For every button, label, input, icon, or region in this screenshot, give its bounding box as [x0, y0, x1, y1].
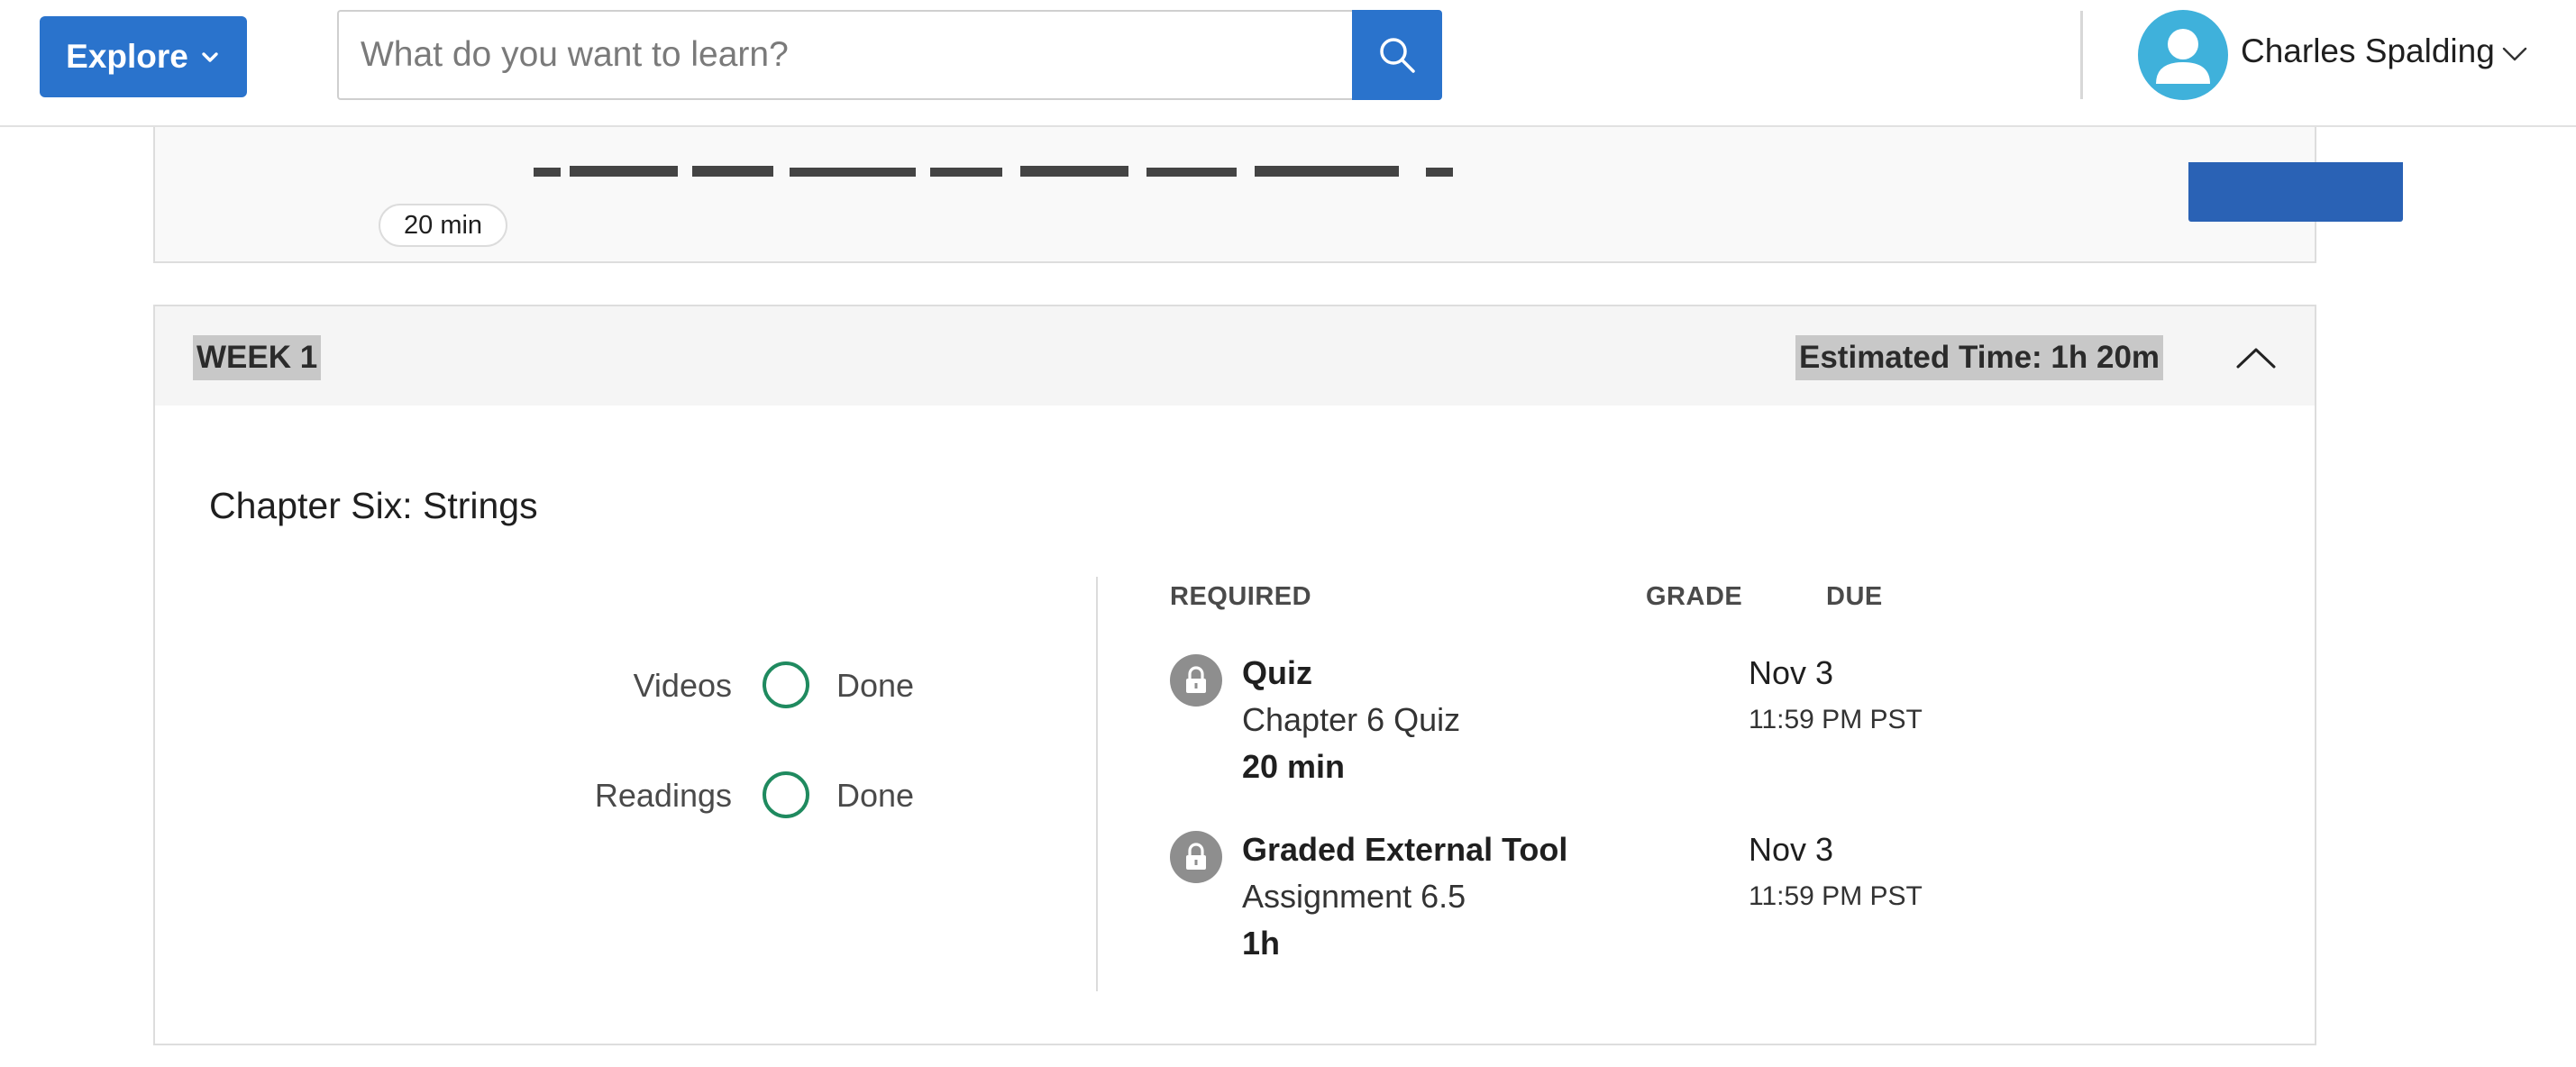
column-header-grade: GRADE [1646, 582, 1743, 611]
search-input[interactable] [337, 10, 1352, 100]
truncated-text-fragment [534, 166, 1453, 177]
column-header-due: DUE [1826, 582, 1883, 611]
progress-status: Done [836, 667, 915, 704]
column-divider [1096, 577, 1098, 991]
item-due-time: 11:59 PM PST [1749, 881, 1923, 911]
explore-label: Explore [66, 38, 188, 75]
item-duration: 1h [1242, 925, 1281, 962]
column-header-required: REQUIRED [1170, 582, 1312, 611]
progress-status: Done [836, 777, 915, 814]
header-divider [2080, 11, 2083, 99]
user-name[interactable]: Charles Spalding [2241, 32, 2495, 70]
list-item[interactable]: Graded External Tool Assignment 6.5 1h N… [1170, 831, 2252, 984]
progress-row-videos: Videos Done [155, 660, 1146, 714]
item-type[interactable]: Quiz [1242, 654, 1312, 692]
top-navigation-bar: Explore Charles Spalding [0, 0, 2576, 127]
chevron-up-icon [2236, 348, 2276, 369]
week-label: WEEK 1 [193, 335, 322, 380]
chapter-title: Chapter Six: Strings [209, 485, 538, 526]
user-icon [2156, 29, 2210, 84]
estimated-time: Estimated Time: 1h 20m [1795, 335, 2164, 380]
week-card: WEEK 1 Estimated Time: 1h 20m Chapter Si… [153, 305, 2316, 1045]
chevron-down-icon[interactable] [2502, 45, 2527, 63]
explore-button[interactable]: Explore [40, 16, 247, 97]
progress-ring-icon [763, 771, 809, 818]
progress-label: Videos [633, 667, 732, 704]
progress-row-readings: Readings Done [155, 770, 1146, 824]
item-name[interactable]: Assignment 6.5 [1242, 878, 1466, 916]
search-button[interactable] [1352, 10, 1442, 100]
collapse-button[interactable] [2228, 335, 2284, 380]
item-duration: 20 min [1242, 748, 1346, 785]
lock-icon [1170, 831, 1222, 883]
item-type[interactable]: Graded External Tool [1242, 831, 1567, 869]
list-item[interactable]: Quiz Chapter 6 Quiz 20 min Nov 3 11:59 P… [1170, 654, 2252, 807]
avatar[interactable] [2138, 10, 2228, 100]
search-icon [1380, 38, 1415, 73]
duration-pill: 20 min [379, 204, 508, 247]
item-due-date: Nov 3 [1749, 831, 1834, 868]
week-header[interactable]: WEEK 1 Estimated Time: 1h 20m [155, 306, 2315, 406]
search-bar [337, 10, 1442, 100]
item-due-time: 11:59 PM PST [1749, 705, 1923, 734]
lock-icon [1170, 654, 1222, 707]
progress-label: Readings [594, 777, 732, 814]
item-due-date: Nov 3 [1749, 654, 1834, 691]
item-name[interactable]: Chapter 6 Quiz [1242, 701, 1460, 739]
previous-action-button[interactable] [2188, 162, 2403, 222]
chevron-down-icon [202, 52, 218, 62]
progress-ring-icon [763, 661, 809, 708]
